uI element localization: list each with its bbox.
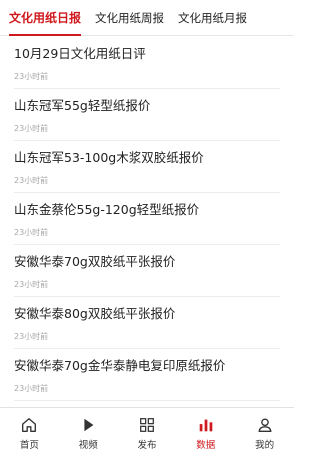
list-item[interactable]: 山东冠军55g轻型纸报价 23小时前: [14, 89, 280, 141]
nav-data[interactable]: 数据: [176, 408, 235, 458]
nav-data-label: 数据: [196, 440, 216, 451]
article-title: 安徽华泰70g金华泰静电复印原纸报价: [14, 358, 226, 373]
list-item[interactable]: 安徽华泰70g双胶纸平张报价 23小时前: [14, 245, 280, 297]
tab-daily-report[interactable]: 文化用纸日报: [9, 0, 82, 36]
article-title: 安徽华泰80g双胶纸平张报价: [14, 306, 176, 321]
tab-weekly-report[interactable]: 文化用纸周报: [95, 0, 164, 36]
article-title: 安徽华泰70g双胶纸平张报价: [14, 254, 176, 269]
article-title: 山东冠军53-100g木浆双胶纸报价: [14, 150, 204, 165]
article-time: 23小时前: [14, 280, 49, 289]
bar-chart-icon: [199, 419, 213, 432]
article-time: 23小时前: [14, 176, 49, 185]
list-item[interactable]: 安徽华泰70g金华泰静电复印原纸报价 23小时前: [14, 349, 280, 401]
nav-publish-label: 发布: [137, 440, 157, 451]
article-list: 10月29日文化用纸日评 23小时前 山东冠军55g轻型纸报价 23小时前 山东…: [0, 37, 294, 407]
grid-icon: [140, 418, 154, 432]
tab-monthly-report[interactable]: 文化用纸月报: [178, 0, 247, 36]
article-title: 10月29日文化用纸日评: [14, 46, 146, 61]
user-icon: [258, 418, 272, 432]
list-item[interactable]: 安徽华泰80g双胶纸平张报价 23小时前: [14, 297, 280, 349]
article-time: 23小时前: [14, 72, 49, 81]
nav-profile[interactable]: 我的: [235, 408, 294, 458]
list-item[interactable]: 山东金蔡伦55g-120g轻型纸报价 23小时前: [14, 193, 280, 245]
nav-profile-label: 我的: [255, 440, 275, 451]
nav-video-label: 视频: [78, 440, 98, 451]
article-title: 山东金蔡伦55g-120g轻型纸报价: [14, 202, 200, 217]
article-time: 23小时前: [14, 384, 49, 393]
list-item[interactable]: 山东冠军53-100g木浆双胶纸报价 23小时前: [14, 141, 280, 193]
article-time: 23小时前: [14, 124, 49, 133]
bottom-nav: 首页 视频 发布 数据 我的: [0, 407, 294, 458]
nav-publish[interactable]: 发布: [118, 408, 177, 458]
tab-bar: 文化用纸日报 文化用纸周报 文化用纸月报: [0, 0, 294, 36]
nav-video[interactable]: 视频: [59, 408, 118, 458]
article-title: 山东冠军55g轻型纸报价: [14, 98, 151, 113]
article-time: 23小时前: [14, 228, 49, 237]
nav-home-label: 首页: [19, 440, 39, 451]
nav-home[interactable]: 首页: [0, 408, 59, 458]
list-item[interactable]: 10月29日文化用纸日评 23小时前: [14, 37, 280, 89]
article-time: 23小时前: [14, 332, 49, 341]
play-icon: [84, 418, 94, 432]
home-icon: [22, 418, 37, 432]
